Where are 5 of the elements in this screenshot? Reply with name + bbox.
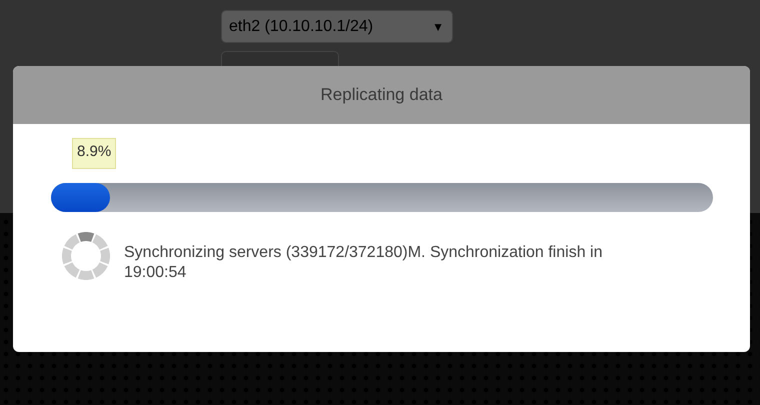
interface-dropdown[interactable]: eth2 (10.10.10.1/24) ▼ [221,10,453,43]
status-message: Synchronizing servers (339172/372180)M. Synchronization finish in 19:00:54 [124,243,604,283]
progress-percentage: 8.9% [72,138,116,169]
spinner-icon [62,232,110,280]
dialog-title: Replicating data [320,85,442,105]
